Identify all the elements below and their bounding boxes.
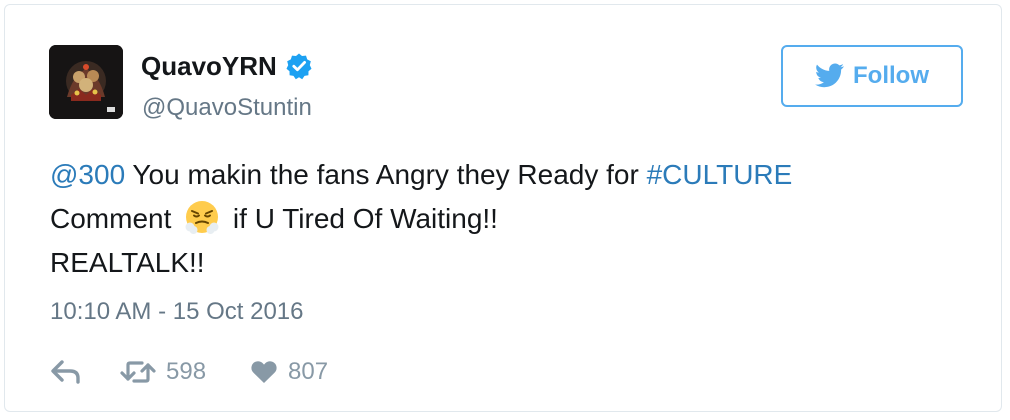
twitter-bird-icon [815,63,845,89]
display-name[interactable]: QuavoYRN [141,51,277,81]
tweet-line-3: REALTALK!! [50,247,205,278]
like-count: 807 [288,358,329,385]
tweet-actions: 598 807 [50,354,328,390]
tweet-line-2: Comment if U Tired Of Waiting!! [50,197,970,241]
retweet-button[interactable]: 598 [120,358,206,386]
tweet-line-1: @300 You makin the fans Angry they Ready… [50,153,970,197]
reply-icon [50,359,82,385]
retweet-icon [120,359,156,385]
user-handle[interactable]: @QuavoStuntin [142,93,312,123]
tweet-line-2-before: Comment [50,203,180,234]
tweet-timestamp[interactable]: 10:10 AM - 15 Oct 2016 [50,297,304,327]
mention-link[interactable]: @300 [50,159,125,190]
angry-steam-face-emoji-icon [183,198,221,236]
verified-badge-icon [285,52,313,80]
follow-button-label: Follow [853,62,929,89]
tweet-text: @300 You makin the fans Angry they Ready… [50,153,970,285]
heart-icon [250,359,278,385]
retweet-count: 598 [166,358,207,385]
like-button[interactable]: 807 [250,358,328,386]
tweet-line-1-text: You makin the fans Angry they Ready for [125,159,647,190]
tweet-card: QuavoYRN @QuavoStuntin Follow @300 You m… [4,4,1002,412]
album-cover-avatar [49,45,123,119]
tweet-line-2-after: if U Tired Of Waiting!! [225,203,498,234]
user-name-row: QuavoYRN [141,51,313,81]
follow-button[interactable]: Follow [781,45,963,107]
hashtag-link[interactable]: #CULTURE [647,159,793,190]
user-avatar[interactable] [49,45,123,119]
reply-button[interactable] [50,359,82,385]
